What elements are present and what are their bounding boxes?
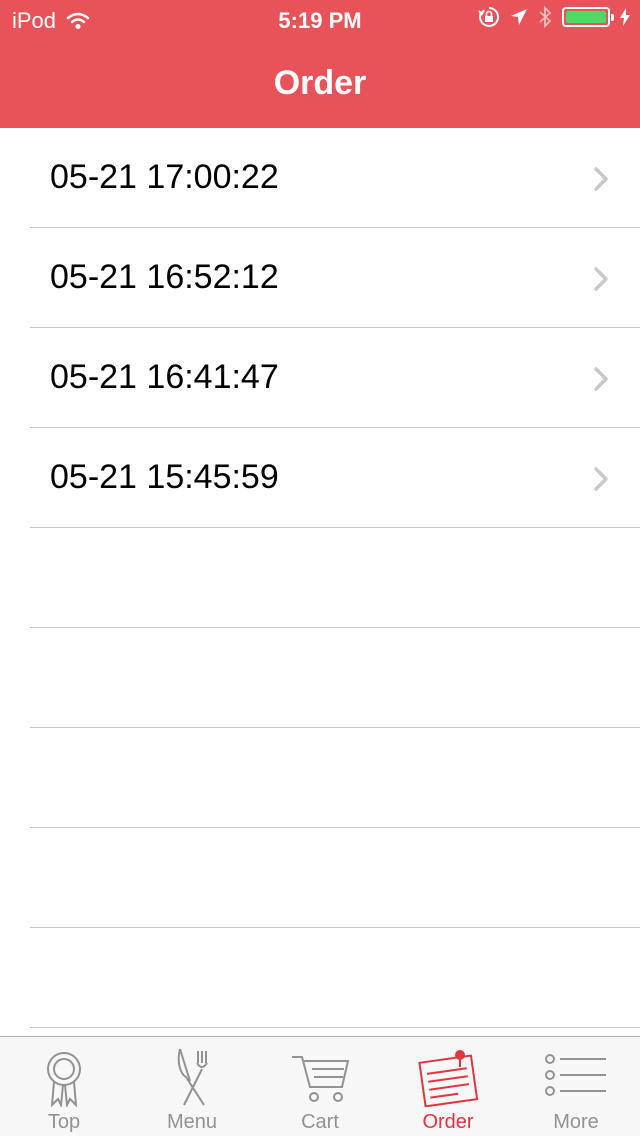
chevron-right-icon	[594, 367, 608, 391]
empty-row	[0, 528, 640, 628]
tab-more[interactable]: More	[512, 1037, 640, 1136]
order-list: 05-21 17:00:22 05-21 16:52:12 05-21 16:4…	[0, 128, 640, 1036]
tab-bar: Top Menu Cart Order More	[0, 1036, 640, 1136]
tab-cart[interactable]: Cart	[256, 1037, 384, 1136]
rotation-lock-icon	[478, 6, 500, 27]
tab-label: Menu	[166, 1111, 218, 1133]
list-icon	[545, 1054, 606, 1096]
battery-level	[566, 11, 606, 23]
location-icon	[511, 9, 527, 25]
empty-row	[0, 928, 640, 1028]
order-row[interactable]: 05-21 16:52:12	[0, 228, 640, 328]
status-bar: iPod 5:19 PM	[0, 0, 640, 40]
tab-label: Cart	[301, 1111, 339, 1133]
empty-row	[0, 828, 640, 928]
tab-top[interactable]: Top	[0, 1037, 128, 1136]
tab-label: Top	[47, 1111, 81, 1133]
bluetooth-icon	[539, 6, 552, 28]
empty-row	[0, 728, 640, 828]
order-timestamp: 05-21 17:00:22	[50, 158, 279, 196]
order-timestamp: 05-21 15:45:59	[50, 458, 279, 496]
order-row[interactable]: 05-21 15:45:59	[0, 428, 640, 528]
battery-icon	[562, 7, 614, 27]
tab-order[interactable]: Order	[384, 1037, 512, 1136]
charging-icon	[620, 8, 630, 26]
tab-label: Order	[422, 1111, 474, 1133]
tab-menu[interactable]: Menu	[128, 1037, 256, 1136]
order-timestamp: 05-21 16:52:12	[50, 258, 279, 296]
chevron-right-icon	[594, 267, 608, 291]
tab-label: More	[553, 1111, 599, 1133]
navigation-header: iPod 5:19 PM Order	[0, 0, 640, 128]
status-right	[478, 6, 630, 28]
order-row[interactable]: 05-21 16:41:47	[0, 328, 640, 428]
cart-icon	[292, 1056, 350, 1102]
order-timestamp: 05-21 16:41:47	[50, 358, 279, 396]
empty-row	[0, 628, 640, 728]
ribbon-icon	[47, 1052, 81, 1107]
page-title: Order	[273, 64, 367, 102]
order-row[interactable]: 05-21 17:00:22	[0, 128, 640, 228]
fork-knife-icon	[177, 1048, 208, 1106]
chevron-right-icon	[594, 467, 608, 491]
chevron-right-icon	[594, 167, 608, 191]
order-note-icon	[418, 1050, 479, 1107]
